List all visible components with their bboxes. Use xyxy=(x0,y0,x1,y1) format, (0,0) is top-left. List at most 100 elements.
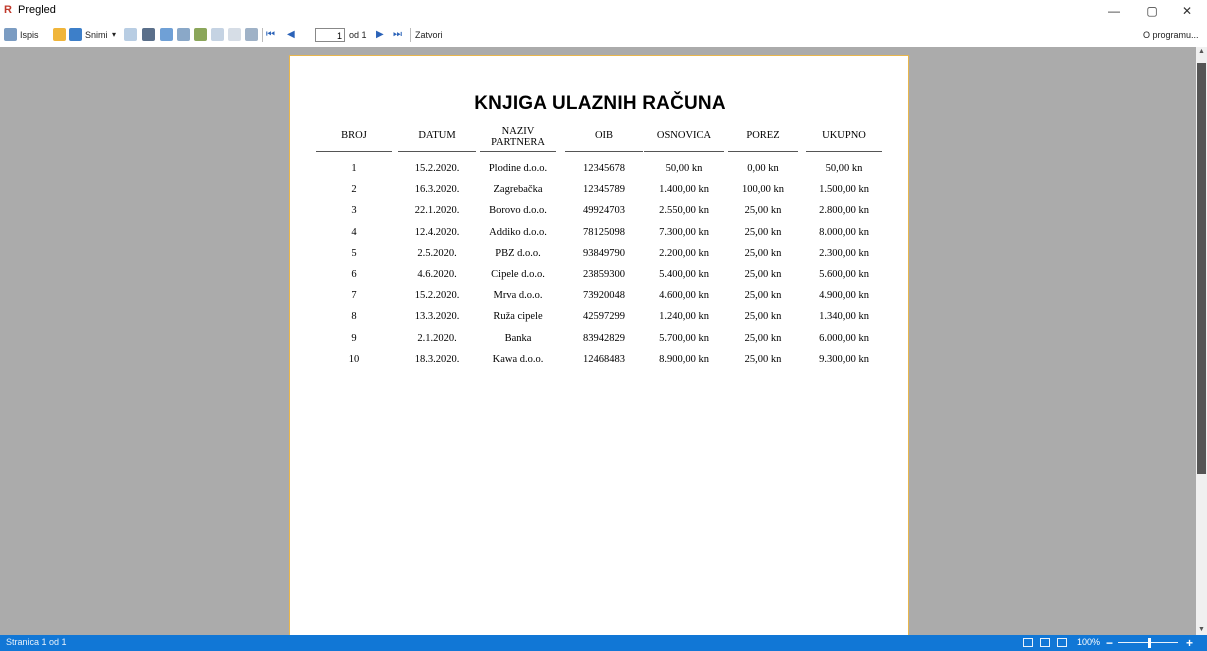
cell-broj: 3 xyxy=(351,205,357,217)
save-dropdown-chevron-icon[interactable]: ▾ xyxy=(112,27,116,43)
cell-datum: 15.2.2020. xyxy=(414,163,460,174)
col-underline xyxy=(644,151,724,152)
cell-datum: 4.6.2020. xyxy=(417,269,457,280)
cell-oib: 73920048 xyxy=(583,290,625,302)
cell-ukupno: 2.300,00 kn xyxy=(819,247,869,259)
cell-naziv-partnera: Mrva d.o.o. xyxy=(493,290,543,302)
report-title: KNJIGA ULAZNIH RAČUNA xyxy=(474,93,726,114)
cell-ukupno: 5.600,00 kn xyxy=(819,269,869,280)
close-preview-button[interactable]: Zatvori xyxy=(415,27,443,43)
cell-porez: 25,00 kn xyxy=(744,205,782,217)
col-header-datum: DATUM xyxy=(418,130,456,141)
cell-naziv-partnera: Kawa d.o.o. xyxy=(492,353,544,365)
cell-osnovica: 8.900,00 kn xyxy=(659,353,709,365)
close-window-button[interactable]: ✕ xyxy=(1172,2,1202,20)
single-page-view-icon[interactable] xyxy=(1023,638,1033,647)
title-bar: R Pregled — ▢ ✕ xyxy=(0,0,1207,22)
cell-naziv-partnera: Borovo d.o.o. xyxy=(489,205,547,217)
cell-broj: 5 xyxy=(351,247,357,259)
col-underline xyxy=(316,151,392,152)
report-page: KNJIGA ULAZNIH RAČUNA BROJ DATUM NAZIV PAR… xyxy=(289,55,909,635)
cell-naziv-partnera: Plodine d.o.o. xyxy=(488,163,548,174)
cell-oib: 78125098 xyxy=(583,226,625,238)
cell-datum: 2.1.2020. xyxy=(417,332,457,344)
cell-osnovica: 1.240,00 kn xyxy=(659,311,709,323)
col-underline xyxy=(565,151,643,152)
copy-page-icon[interactable] xyxy=(211,28,224,41)
cell-ukupno: 9.300,00 kn xyxy=(819,353,869,365)
scroll-up-icon[interactable]: ▲ xyxy=(1196,47,1207,57)
previous-page-icon[interactable]: ◀ xyxy=(287,27,295,43)
app-logo-icon: R xyxy=(4,4,12,16)
cell-ukupno: 1.340,00 kn xyxy=(819,311,869,323)
cell-oib: 49924703 xyxy=(583,205,625,217)
zoom-slider-thumb[interactable] xyxy=(1148,638,1151,648)
first-page-icon[interactable]: ⏮ xyxy=(266,27,275,43)
cell-datum: 15.2.2020. xyxy=(414,290,460,302)
status-bar: Stranica 1 od 1 100% − + xyxy=(0,635,1207,651)
scroll-down-icon[interactable]: ▼ xyxy=(1196,625,1207,635)
zoom-out-button[interactable]: − xyxy=(1106,635,1113,651)
cell-naziv-partnera: Ruža cipele xyxy=(493,311,543,323)
maximize-button[interactable]: ▢ xyxy=(1137,2,1167,20)
last-page-icon[interactable]: ⏭ xyxy=(393,27,402,43)
cell-broj: 7 xyxy=(351,290,357,302)
cell-datum: 22.1.2020. xyxy=(414,205,460,217)
minimize-button[interactable]: — xyxy=(1099,2,1129,20)
cell-porez: 25,00 kn xyxy=(744,353,782,365)
two-page-view-icon[interactable] xyxy=(1040,638,1050,647)
printer-icon[interactable] xyxy=(4,28,17,41)
cell-ukupno: 2.800,00 kn xyxy=(819,205,869,217)
cell-ukupno: 8.000,00 kn xyxy=(819,226,869,238)
header-footer-icon[interactable] xyxy=(245,28,258,41)
cell-oib: 42597299 xyxy=(583,311,625,323)
page-setup-icon[interactable] xyxy=(177,28,190,41)
cell-osnovica: 5.700,00 kn xyxy=(659,332,709,344)
cell-osnovica: 50,00 kn xyxy=(665,163,703,174)
col-header-osnovica: OSNOVICA xyxy=(656,130,712,141)
edit-page-icon[interactable] xyxy=(194,28,207,41)
cell-porez: 25,00 kn xyxy=(744,247,782,259)
cell-oib: 23859300 xyxy=(583,269,625,280)
cell-porez: 25,00 kn xyxy=(744,269,782,280)
cell-datum: 16.3.2020. xyxy=(414,184,460,196)
cell-osnovica: 2.200,00 kn xyxy=(659,247,709,259)
scrollbar-thumb[interactable] xyxy=(1197,63,1206,474)
col-underline xyxy=(480,151,556,152)
col-header-broj: BROJ xyxy=(341,130,367,141)
about-button[interactable]: O programu... xyxy=(1143,27,1199,43)
cell-broj: 1 xyxy=(351,163,357,174)
window-title: Pregled xyxy=(18,4,56,16)
cell-porez: 0,00 kn xyxy=(747,163,779,174)
col-header-ukupno: UKUPNO xyxy=(822,130,866,141)
cell-osnovica: 4.600,00 kn xyxy=(659,290,709,302)
cell-oib: 83942829 xyxy=(583,332,625,344)
email-icon[interactable] xyxy=(124,28,137,41)
zoom-level: 100% xyxy=(1077,637,1101,647)
preview-viewer[interactable]: KNJIGA ULAZNIH RAČUNA BROJ DATUM NAZIV PAR… xyxy=(0,47,1196,635)
cell-ukupno: 4.900,00 kn xyxy=(819,290,869,302)
cell-datum: 13.3.2020. xyxy=(414,311,460,323)
open-folder-icon[interactable] xyxy=(53,28,66,41)
cell-datum: 2.5.2020. xyxy=(417,247,457,259)
page-number-input[interactable]: 1 xyxy=(315,28,345,42)
cell-broj: 2 xyxy=(351,184,357,196)
zoom-in-button[interactable]: + xyxy=(1186,635,1193,651)
toolbar: Ispis Snimi ▾ ⏮ ◀ 1 od 1 ▶ ⏭ Zatvori O p… xyxy=(0,25,1207,46)
page-layout-icon[interactable] xyxy=(160,28,173,41)
col-header-oib: OIB xyxy=(594,130,614,141)
print-button[interactable]: Ispis xyxy=(20,27,39,43)
next-page-icon[interactable]: ▶ xyxy=(376,27,384,43)
multi-page-view-icon[interactable] xyxy=(1057,638,1067,647)
vertical-scrollbar[interactable]: ▲ ▼ xyxy=(1196,47,1207,635)
cell-broj: 6 xyxy=(351,269,357,280)
delete-page-icon[interactable] xyxy=(228,28,241,41)
page-total-label: od 1 xyxy=(349,30,367,40)
find-binoculars-icon[interactable] xyxy=(142,28,155,41)
cell-osnovica: 2.550,00 kn xyxy=(659,205,709,217)
save-button[interactable]: Snimi xyxy=(85,27,108,43)
save-icon[interactable] xyxy=(69,28,82,41)
col-underline xyxy=(806,151,882,152)
cell-broj: 9 xyxy=(351,332,357,344)
cell-oib: 12345678 xyxy=(583,163,625,174)
